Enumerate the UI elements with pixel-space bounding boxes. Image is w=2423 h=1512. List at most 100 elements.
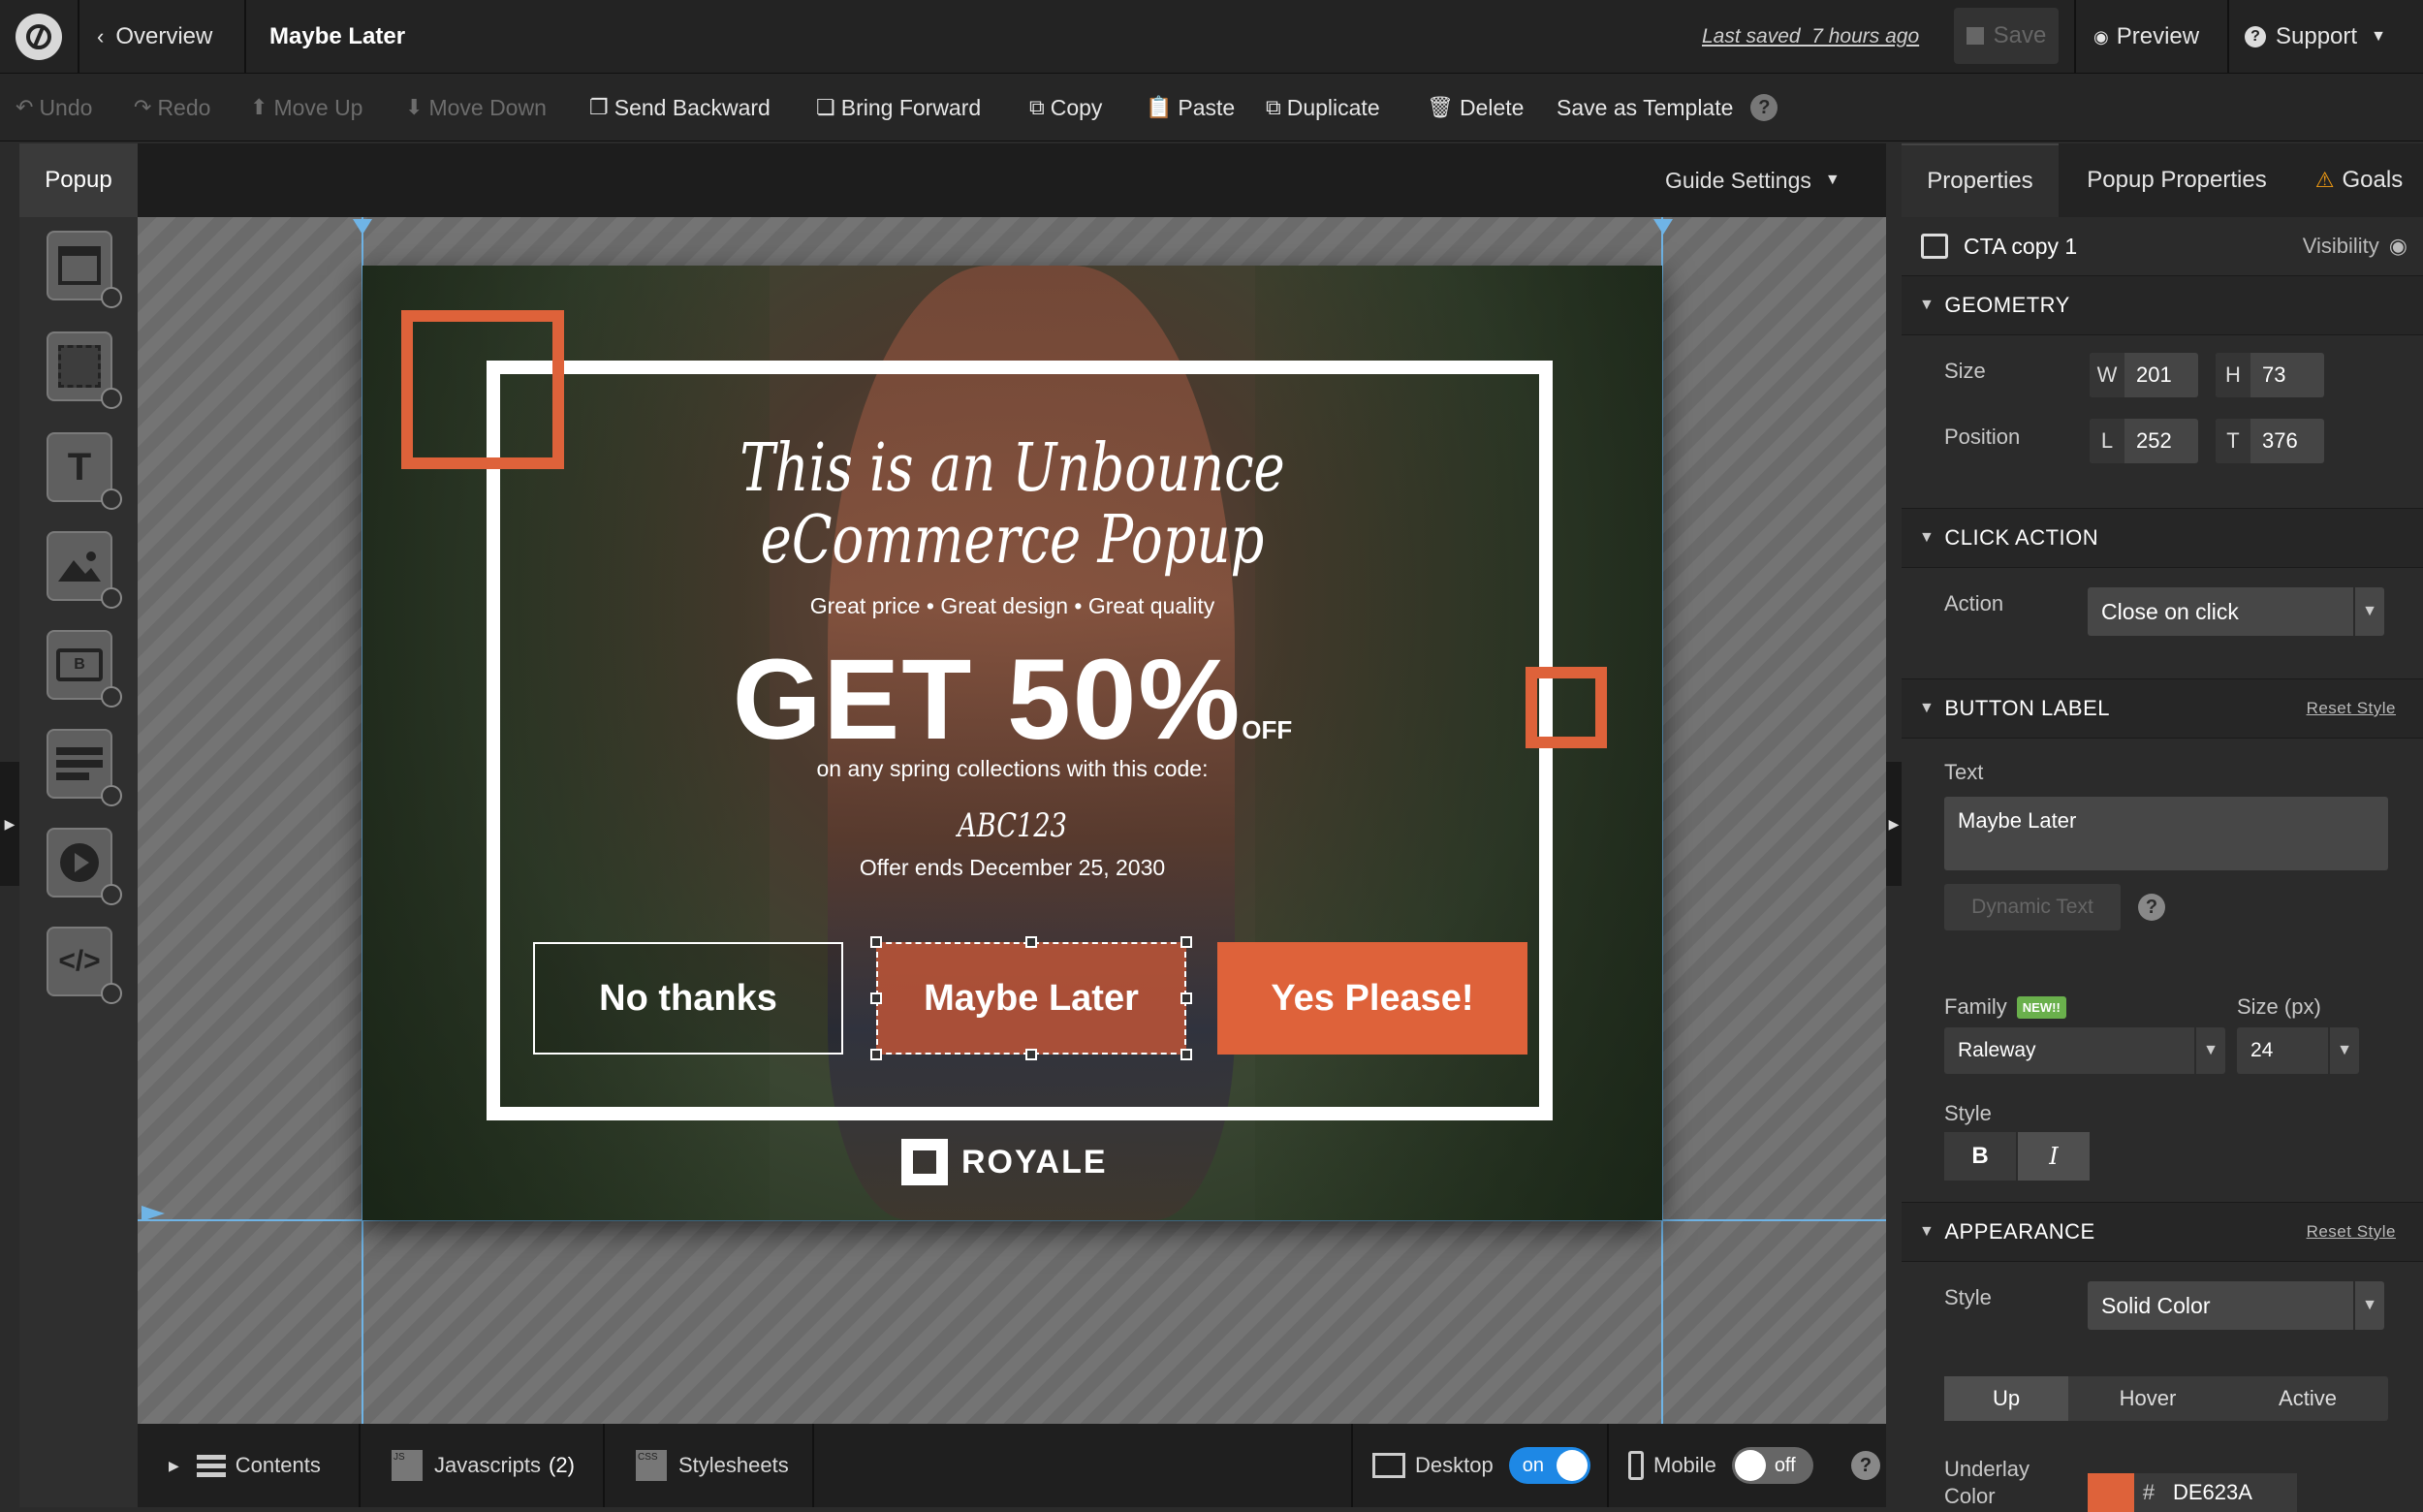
js-file-icon: JS xyxy=(392,1450,423,1481)
contents-toggle[interactable]: ▶ Contents xyxy=(169,1424,321,1507)
tool-info-icon xyxy=(101,884,122,905)
resize-handle[interactable] xyxy=(1180,1049,1192,1060)
image-tool-icon[interactable] xyxy=(47,531,122,609)
italic-toggle[interactable]: I xyxy=(2018,1132,2090,1181)
button-text-input[interactable]: Maybe Later xyxy=(1944,797,2388,870)
page-title[interactable]: Maybe Later xyxy=(269,0,405,74)
tab-properties[interactable]: Properties xyxy=(1902,143,2059,217)
resize-handle[interactable] xyxy=(1180,992,1192,1004)
mobile-phone-icon xyxy=(1628,1451,1644,1480)
form-tool-icon[interactable] xyxy=(47,729,122,806)
dynamic-text-button[interactable]: Dynamic Text xyxy=(1944,884,2121,930)
guide-settings-dropdown[interactable]: Guide Settings ▼ xyxy=(1665,143,1841,217)
resize-handle[interactable] xyxy=(870,1049,882,1060)
resize-handle[interactable] xyxy=(1025,936,1037,948)
tagline[interactable]: Great price • Great design • Great quali… xyxy=(362,593,1662,619)
overview-link[interactable]: ‹ Overview xyxy=(97,0,212,74)
code-tool-icon[interactable]: </> xyxy=(47,927,122,1004)
delete-button[interactable]: 🗑 Delete xyxy=(1427,74,1524,142)
yes-please-button[interactable]: Yes Please! xyxy=(1217,942,1527,1055)
left-collapse-handle[interactable]: ▶ xyxy=(0,762,19,886)
appearance-style-label: Style xyxy=(1944,1285,1992,1309)
help-icon[interactable]: ? xyxy=(1851,1451,1880,1480)
state-tab-up[interactable]: Up xyxy=(1944,1376,2068,1421)
copy-button[interactable]: ⧉ Copy xyxy=(1029,74,1102,142)
geometry-section-header[interactable]: ▼ GEOMETRY xyxy=(1902,275,2423,335)
state-tab-active[interactable]: Active xyxy=(2227,1376,2388,1421)
offer-subline[interactable]: on any spring collections with this code… xyxy=(362,756,1662,782)
resize-handle[interactable] xyxy=(870,992,882,1004)
redo-button[interactable]: ↷ Redo xyxy=(134,74,210,142)
preview-button[interactable]: ◉ Preview xyxy=(2093,0,2199,74)
move-down-button[interactable]: ⬇ Move Down xyxy=(405,74,547,142)
caret-down-icon: ▼ xyxy=(2328,1027,2359,1074)
offer-headline[interactable]: GET 50%OFF xyxy=(362,634,1662,766)
click-action-section-header[interactable]: ▼ CLICK ACTION xyxy=(1902,508,2423,568)
undo-button[interactable]: ↶ Undo xyxy=(16,74,92,142)
caret-right-icon: ▶ xyxy=(169,1457,179,1473)
javascripts-button[interactable]: JS Javascripts (2) xyxy=(392,1424,575,1507)
action-select[interactable]: Close on click ▼ xyxy=(2088,587,2384,636)
reset-style-link[interactable]: Reset Style xyxy=(2307,699,2396,718)
tab-popup-properties[interactable]: Popup Properties xyxy=(2059,143,2295,217)
font-size-label: Size (px) xyxy=(2237,994,2321,1019)
guide-marker[interactable] xyxy=(353,219,372,235)
section-tool-icon[interactable] xyxy=(47,331,122,409)
help-icon[interactable]: ? xyxy=(1750,94,1778,121)
support-menu[interactable]: ? Support ▼ xyxy=(2245,0,2386,74)
maybe-later-button[interactable]: Maybe Later xyxy=(876,942,1186,1055)
resize-handle[interactable] xyxy=(1025,1049,1037,1060)
appearance-section-header[interactable]: ▼ APPEARANCE Reset Style xyxy=(1902,1202,2423,1262)
resize-handle[interactable] xyxy=(870,936,882,948)
width-input[interactable]: W 201 xyxy=(2090,353,2198,397)
save-as-template-button[interactable]: Save as Template ? xyxy=(1557,74,1778,142)
bring-forward-button[interactable]: ❏ Bring Forward xyxy=(816,74,981,142)
text-tool-icon[interactable]: T xyxy=(47,432,122,510)
royale-logo[interactable]: ROYALE xyxy=(901,1138,1108,1186)
tab-goals[interactable]: ⚠ Goals xyxy=(2295,143,2423,217)
tool-info-icon xyxy=(101,983,122,1004)
mobile-toggle-switch[interactable]: off xyxy=(1731,1447,1813,1484)
height-input[interactable]: H 73 xyxy=(2216,353,2324,397)
font-size-select[interactable]: 24 ▼ xyxy=(2237,1027,2359,1074)
promo-code[interactable]: ABC123 xyxy=(492,806,1532,845)
headline-line-1[interactable]: This is an Unbounce xyxy=(492,430,1532,507)
mobile-view-toggle[interactable]: Mobile off xyxy=(1628,1424,1813,1507)
offer-ends[interactable]: Offer ends December 25, 2030 xyxy=(362,855,1662,881)
stylesheets-button[interactable]: CSS Stylesheets xyxy=(636,1424,789,1507)
unbounce-logo-icon[interactable] xyxy=(16,14,62,60)
save-button[interactable]: Save xyxy=(1954,8,2059,64)
text-label: Text xyxy=(1944,760,1984,784)
no-thanks-button[interactable]: No thanks xyxy=(533,942,843,1055)
help-icon[interactable]: ? xyxy=(2138,894,2165,921)
last-saved-link[interactable]: Last saved 7 hours ago xyxy=(1702,0,1919,74)
tab-popup[interactable]: Popup xyxy=(19,143,138,217)
color-swatch[interactable] xyxy=(2088,1473,2134,1512)
send-backward-button[interactable]: ❐ Send Backward xyxy=(589,74,771,142)
guide-marker[interactable] xyxy=(142,1206,165,1221)
right-collapse-handle[interactable]: ▶ xyxy=(1886,762,1902,886)
headline-line-2[interactable]: eCommerce Popup xyxy=(492,502,1532,579)
desktop-view-toggle[interactable]: Desktop on xyxy=(1372,1424,1590,1507)
bold-toggle[interactable]: B xyxy=(1944,1132,2016,1181)
visibility-toggle[interactable]: Visibility ◉ xyxy=(2303,234,2407,259)
state-tab-hover[interactable]: Hover xyxy=(2068,1376,2227,1421)
button-label-section-header[interactable]: ▼ BUTTON LABEL Reset Style xyxy=(1902,678,2423,739)
left-input[interactable]: L 252 xyxy=(2090,419,2198,463)
paste-button[interactable]: 📋 Paste xyxy=(1146,74,1235,142)
popup-preview[interactable]: This is an Unbounce eCommerce Popup Grea… xyxy=(362,266,1662,1220)
font-family-select[interactable]: Raleway ▼ xyxy=(1944,1027,2225,1074)
move-up-button[interactable]: ⬆ Move Up xyxy=(250,74,362,142)
button-tool-icon[interactable]: B xyxy=(47,630,122,708)
box-tool-icon[interactable] xyxy=(47,231,122,308)
resize-handle[interactable] xyxy=(1180,936,1192,948)
color-hex-input[interactable]: # DE623A xyxy=(2134,1473,2297,1512)
chevron-down-icon: ▼ xyxy=(1919,1223,1935,1240)
guide-marker[interactable] xyxy=(1653,219,1673,235)
desktop-toggle-switch[interactable]: on xyxy=(1508,1447,1590,1484)
top-input[interactable]: T 376 xyxy=(2216,419,2324,463)
video-tool-icon[interactable] xyxy=(47,828,122,905)
reset-style-link[interactable]: Reset Style xyxy=(2307,1222,2396,1242)
duplicate-button[interactable]: ⧉ Duplicate xyxy=(1266,74,1380,142)
appearance-style-select[interactable]: Solid Color ▼ xyxy=(2088,1281,2384,1330)
